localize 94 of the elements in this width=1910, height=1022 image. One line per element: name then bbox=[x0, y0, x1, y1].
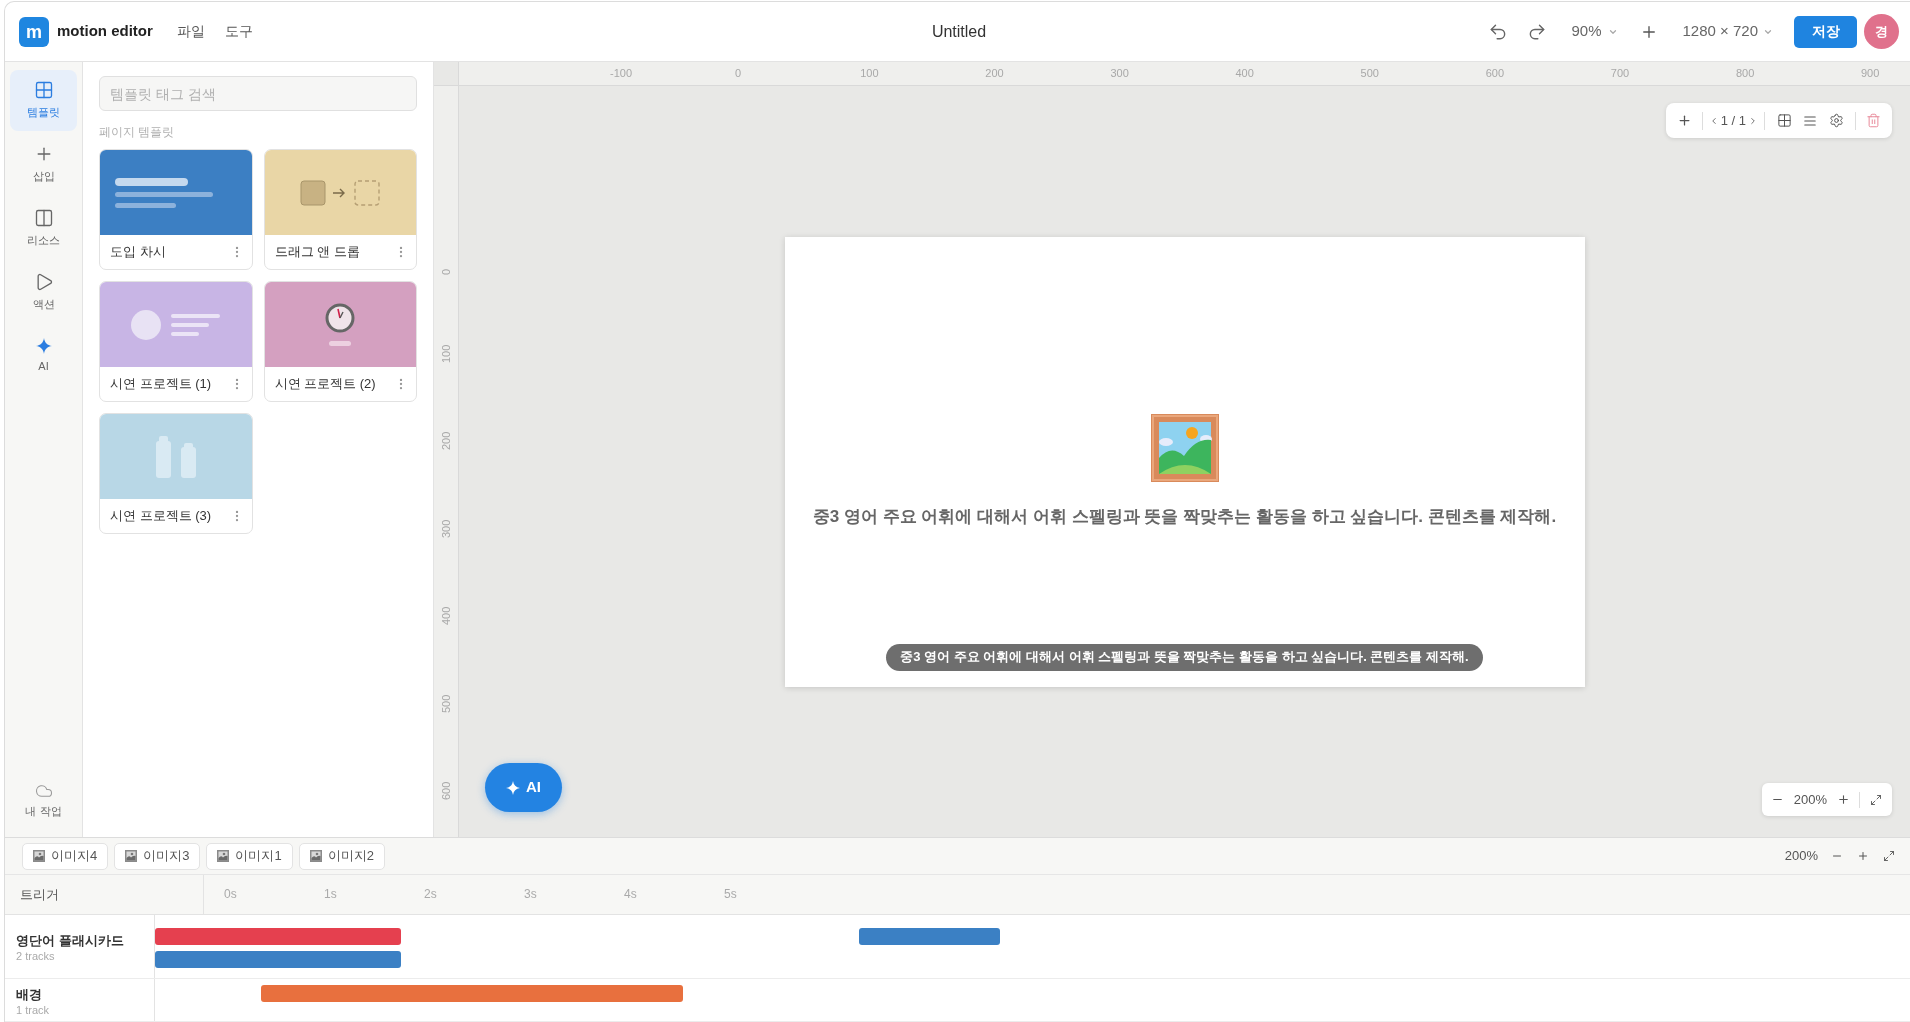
layer-tab[interactable]: 이미지1 bbox=[206, 842, 293, 870]
ruler-label: 400 bbox=[1235, 67, 1254, 79]
sidebar-tab[interactable]: 액션 bbox=[10, 262, 77, 323]
ruler-label: 0 bbox=[440, 268, 452, 275]
drag-drop-icon bbox=[300, 179, 381, 206]
template-card[interactable]: 시연 프로젝트 (2) bbox=[263, 281, 417, 402]
ruler-label: 100 bbox=[860, 67, 879, 79]
ruler-label: 0 bbox=[735, 67, 742, 79]
template-title: 시연 프로젝트 (2) bbox=[274, 375, 376, 394]
trigger-header: 트리거 bbox=[20, 885, 59, 904]
ruler-label: 800 bbox=[1735, 67, 1755, 79]
template-card[interactable]: 시연 프로젝트 (3) bbox=[99, 413, 253, 534]
sparkle-icon bbox=[35, 338, 52, 355]
menu-item[interactable]: 도구 bbox=[224, 21, 253, 42]
search-field[interactable]: 템플릿 태그 검색 bbox=[99, 76, 417, 111]
ruler-label: 500 bbox=[440, 694, 452, 713]
sidebar-tab[interactable]: 삽입 bbox=[10, 134, 77, 195]
columns-icon bbox=[33, 208, 54, 229]
plus-icon bbox=[1677, 113, 1693, 128]
ruler-label: 900 bbox=[1861, 67, 1880, 79]
plus-icon bbox=[1836, 793, 1850, 806]
template-title: 시연 프로젝트 (1) bbox=[110, 375, 212, 394]
plus-icon bbox=[1857, 850, 1869, 862]
track-name: 배경 bbox=[16, 986, 43, 1003]
template-card[interactable]: 도입 차시 bbox=[99, 149, 253, 270]
ruler-label: 200 bbox=[985, 67, 1004, 79]
slide-text: 중3 영어 주요 어휘에 대해서 어휘 스펠링과 뜻을 짝맞추는 활동을 하고 싶습니다. 콘텐츠를 제작해. bbox=[812, 505, 1557, 528]
ruler-label: 300 bbox=[1110, 67, 1129, 79]
sparkle-icon bbox=[506, 780, 520, 795]
timeline-clip[interactable] bbox=[155, 951, 401, 968]
grid-icon bbox=[1776, 113, 1792, 128]
bottles-icon bbox=[155, 435, 196, 478]
text-lines-icon bbox=[115, 177, 213, 208]
ruler-label: 400 bbox=[440, 606, 452, 625]
app-name: motion editor bbox=[57, 21, 153, 42]
my-work-button[interactable]: 내 작업 bbox=[25, 781, 62, 819]
time-tick-label: 3s bbox=[524, 887, 537, 901]
canvas-size-dropdown[interactable]: 1280 × 720 bbox=[1682, 20, 1773, 43]
ruler-label: 600 bbox=[440, 781, 452, 800]
sidebar-tab[interactable]: 리소스 bbox=[10, 198, 77, 259]
template-title: 시연 프로젝트 (3) bbox=[110, 507, 212, 526]
picture-icon bbox=[33, 850, 45, 862]
template-card[interactable]: 시연 프로젝트 (1) bbox=[99, 281, 253, 402]
chevron-right-icon bbox=[1748, 115, 1758, 126]
ruler-label: 600 bbox=[1485, 67, 1505, 79]
ruler-label: -100 bbox=[610, 67, 633, 79]
subtitle-caption: 중3 영어 주요 어휘에 대해서 어휘 스펠링과 뜻을 짝맞추는 활동을 하고 싶습니다. 콘텐츠를 제작해. bbox=[886, 643, 1483, 671]
profile-lines-icon bbox=[130, 309, 221, 340]
timeline-zoom-level: 200% bbox=[1784, 847, 1818, 866]
sidebar-tab[interactable]: AI bbox=[10, 326, 77, 387]
track-name: 영단어 플래시카드 bbox=[16, 932, 125, 949]
document-title: Untitled bbox=[931, 21, 987, 42]
template-title: 드래그 앤 드롭 bbox=[274, 243, 360, 262]
layer-tab[interactable]: 이미지3 bbox=[114, 842, 201, 870]
stopwatch-icon bbox=[325, 302, 356, 347]
zoom-dropdown[interactable]: 90% bbox=[1571, 20, 1618, 43]
picture-icon bbox=[309, 850, 322, 862]
menu-item[interactable]: 파일 bbox=[176, 21, 205, 42]
section-label: 페이지 템플릿 bbox=[99, 124, 176, 141]
track-count: 1 track bbox=[16, 1003, 50, 1017]
user-avatar: 경 bbox=[1864, 14, 1899, 49]
ruler-label: 100 bbox=[440, 344, 452, 363]
track-count: 2 tracks bbox=[16, 949, 56, 963]
layer-tab[interactable]: 이미지4 bbox=[22, 842, 109, 870]
ruler-label: 700 bbox=[1610, 67, 1630, 79]
framed-picture-icon bbox=[1150, 413, 1219, 482]
timeline-clip[interactable] bbox=[261, 985, 683, 1002]
trash-icon bbox=[1865, 113, 1881, 128]
time-tick-label: 4s bbox=[624, 887, 637, 901]
zoom-level: 200% bbox=[1793, 790, 1827, 809]
time-tick-label: 5s bbox=[724, 887, 737, 901]
app-logo: m bbox=[19, 16, 49, 47]
ai-button[interactable]: AI bbox=[485, 763, 562, 812]
time-tick-label: 2s bbox=[424, 887, 437, 901]
time-tick-label: 0s bbox=[224, 887, 237, 901]
settings-icon bbox=[1828, 113, 1844, 128]
template-title: 도입 차시 bbox=[110, 243, 166, 262]
layer-tab[interactable]: 이미지2 bbox=[298, 842, 385, 870]
picture-icon bbox=[125, 850, 138, 862]
expand-icon bbox=[1883, 850, 1895, 862]
expand-icon bbox=[1870, 793, 1882, 806]
ruler-label: 500 bbox=[1360, 67, 1379, 79]
ruler-label: 200 bbox=[440, 431, 452, 450]
sidebar-tab[interactable]: 템플릿 bbox=[10, 70, 77, 131]
save-button[interactable]: 저장 bbox=[1794, 15, 1857, 48]
timeline-clip[interactable] bbox=[155, 928, 401, 945]
list-icon bbox=[1803, 113, 1817, 128]
picture-icon bbox=[217, 850, 230, 862]
timeline-clip[interactable] bbox=[859, 928, 1000, 945]
template-card[interactable]: 드래그 앤 드롭 bbox=[263, 149, 417, 270]
time-tick-label: 1s bbox=[324, 887, 337, 901]
ruler-label: 300 bbox=[440, 519, 452, 538]
grid-icon bbox=[33, 80, 54, 101]
page-indicator: 1 / 1 bbox=[1719, 111, 1747, 130]
